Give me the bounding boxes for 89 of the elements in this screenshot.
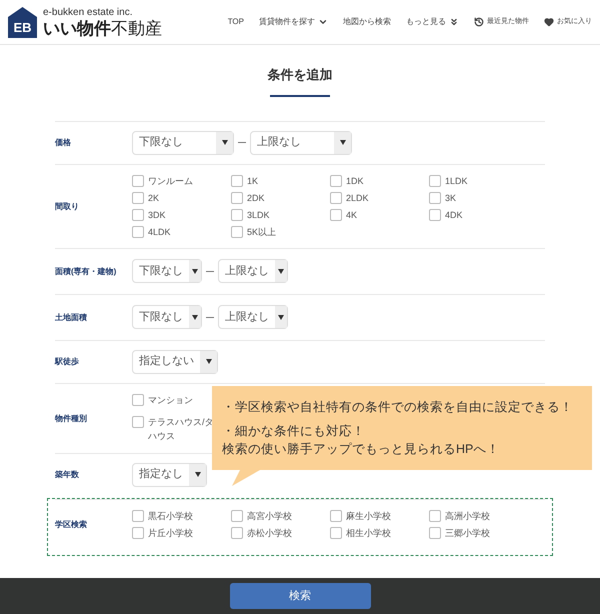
checkbox[interactable] bbox=[330, 174, 342, 186]
checkbox-label: 1LDK bbox=[445, 174, 468, 188]
checkbox-label: ハウス bbox=[148, 430, 176, 443]
row-label: 築年数 bbox=[55, 469, 80, 481]
checkbox[interactable] bbox=[330, 192, 342, 204]
brand-name: いい物件 bbox=[43, 20, 111, 36]
checkbox[interactable] bbox=[231, 226, 243, 238]
callout-text: ・細かな条件にも対応！ bbox=[222, 423, 365, 440]
nav-link[interactable]: 地図から検索 bbox=[343, 16, 391, 28]
select-field[interactable]: 指定しない bbox=[132, 350, 218, 374]
checkbox[interactable] bbox=[231, 526, 243, 538]
checkbox[interactable] bbox=[231, 208, 243, 220]
checkbox[interactable] bbox=[330, 208, 342, 220]
select-field[interactable]: 上限なし bbox=[218, 259, 288, 283]
checkbox[interactable] bbox=[132, 192, 144, 204]
checkbox-label: 2K bbox=[148, 192, 160, 204]
select-field[interactable]: 上限なし bbox=[250, 130, 352, 154]
checkbox[interactable] bbox=[429, 526, 441, 538]
double-chevron-icon bbox=[449, 17, 459, 27]
row-label: 物件種別 bbox=[55, 412, 88, 424]
checkbox[interactable] bbox=[231, 510, 243, 522]
search-button[interactable]: 検索 bbox=[230, 583, 370, 609]
caret-icon bbox=[192, 314, 198, 320]
checkbox-label: 高宮小学校 bbox=[247, 510, 292, 522]
checkbox-label: 4K bbox=[346, 208, 358, 222]
caret-icon bbox=[340, 140, 346, 145]
heart-icon bbox=[544, 17, 554, 27]
checkbox[interactable] bbox=[231, 174, 243, 186]
checkbox-label: 3K bbox=[445, 192, 456, 204]
checkbox[interactable] bbox=[429, 192, 441, 204]
caret-icon bbox=[278, 314, 284, 320]
checkbox-label: 黒石小学校 bbox=[148, 510, 193, 522]
checkbox-label: 3LDK bbox=[247, 208, 270, 222]
row-label: 間取り bbox=[55, 200, 80, 212]
checkbox-label: 高洲小学校 bbox=[445, 510, 490, 522]
caret-icon bbox=[222, 140, 228, 145]
checkbox[interactable] bbox=[132, 226, 144, 238]
checkbox-label: テラスハウス/タ bbox=[148, 416, 214, 429]
checkbox[interactable] bbox=[132, 526, 144, 538]
row-label: 駅徒歩 bbox=[55, 356, 80, 368]
callout-text: ・学区検索や自社特有の条件での検索を自由に設定できる！ bbox=[222, 399, 573, 416]
checkbox-label: 4DK bbox=[445, 208, 463, 222]
row-label: 面積(専有・建物) bbox=[55, 266, 118, 278]
nav-link[interactable]: TOP bbox=[228, 16, 244, 28]
checkbox-label: 5K以上 bbox=[247, 226, 276, 238]
checkbox[interactable] bbox=[330, 510, 342, 522]
caret-icon bbox=[194, 472, 200, 477]
checkbox[interactable] bbox=[429, 208, 441, 220]
checkbox[interactable] bbox=[330, 526, 342, 538]
caret-icon bbox=[192, 268, 198, 274]
checkbox-label: 1DK bbox=[346, 174, 364, 188]
checkbox-label: ワンルーム bbox=[148, 174, 193, 188]
checkbox-label: 1K bbox=[247, 174, 258, 188]
select-field[interactable]: 上限なし bbox=[218, 305, 288, 329]
row-label: 学区検索 bbox=[55, 518, 88, 530]
checkbox[interactable] bbox=[231, 192, 243, 204]
select-field[interactable]: 下限なし bbox=[132, 305, 202, 329]
select-field[interactable]: 下限なし bbox=[132, 130, 234, 154]
brand-name-suffix: 不動産 bbox=[111, 20, 162, 36]
checkbox-label: 相生小学校 bbox=[346, 526, 391, 540]
checkbox[interactable] bbox=[132, 174, 144, 186]
history-icon bbox=[474, 17, 484, 27]
checkbox-label: 3DK bbox=[148, 208, 166, 222]
checkbox[interactable] bbox=[132, 208, 144, 220]
checkbox-label: 三郷小学校 bbox=[445, 526, 490, 540]
callout-text: 検索の使い勝手アップでもっと見られるHPへ！ bbox=[222, 441, 500, 458]
checkbox[interactable] bbox=[429, 174, 441, 186]
checkbox-label: 赤松小学校 bbox=[247, 526, 292, 540]
caret-icon bbox=[206, 359, 212, 364]
caret-icon bbox=[278, 268, 284, 274]
checkbox[interactable] bbox=[429, 510, 441, 522]
checkbox[interactable] bbox=[132, 394, 144, 406]
checkbox-label: マンション bbox=[148, 394, 193, 407]
nav-link[interactable]: 賃貸物件を探す bbox=[259, 16, 328, 28]
row-label: 価格 bbox=[55, 137, 72, 149]
checkbox-label: 2LDK bbox=[346, 192, 369, 204]
row-label: 土地面積 bbox=[55, 312, 88, 324]
checkbox-label: 片丘小学校 bbox=[148, 526, 193, 540]
page-title: 条件を追加 bbox=[268, 66, 332, 84]
checkbox-label: 麻生小学校 bbox=[346, 510, 391, 522]
chevron-down-icon bbox=[318, 17, 328, 27]
checkbox-label: 2DK bbox=[247, 192, 265, 204]
select-field[interactable]: 指定なし bbox=[132, 462, 207, 486]
checkbox-label: 4LDK bbox=[148, 226, 171, 238]
company-name: e-bukken estate inc. bbox=[43, 8, 134, 18]
checkbox[interactable] bbox=[132, 510, 144, 522]
checkbox[interactable] bbox=[132, 416, 144, 428]
nav-link[interactable]: もっと見る bbox=[406, 16, 459, 28]
select-field[interactable]: 下限なし bbox=[132, 259, 202, 283]
